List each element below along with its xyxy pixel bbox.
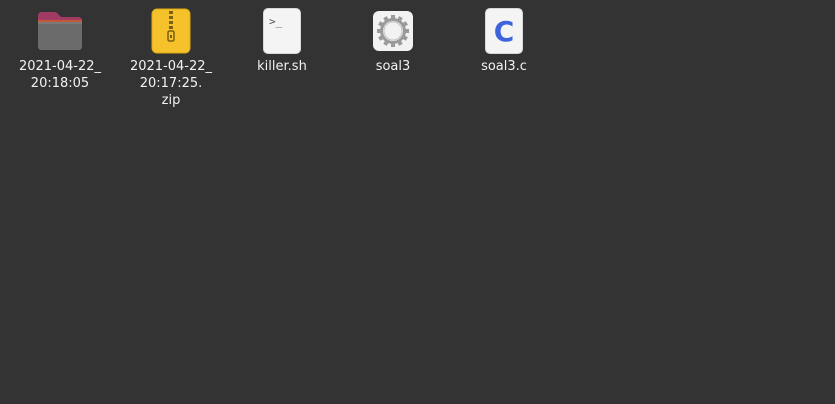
gear-executable-icon [369, 8, 417, 54]
terminal-script-icon: >_ [258, 8, 306, 54]
label-line: soal3 [375, 59, 411, 74]
label-line: 2021-04-22_ [18, 59, 102, 74]
desktop-item-shell-script[interactable]: >_ killer.sh [227, 8, 337, 75]
zip-archive-icon [147, 8, 195, 54]
desktop-background[interactable]: 2021-04-22_ 20:18:05 2021-04-22_ 20:17:2… [0, 0, 835, 404]
desktop-item-c-source[interactable]: C soal3.c [449, 8, 559, 75]
label-line: soal3.c [481, 59, 527, 74]
label-line: zip [161, 93, 181, 108]
file-label: 2021-04-22_ 20:17:25. zip [123, 58, 219, 109]
label-line: killer.sh [257, 59, 307, 74]
desktop-item-executable[interactable]: soal3 [338, 8, 448, 75]
file-label: 2021-04-22_ 20:18:05 [12, 58, 108, 92]
file-label: soal3.c [456, 58, 552, 75]
file-label: soal3 [345, 58, 441, 75]
c-letter-glyph: C [493, 14, 515, 48]
label-line: 20:18:05 [30, 76, 90, 91]
file-label: killer.sh [234, 58, 330, 75]
label-line: 2021-04-22_ [129, 59, 213, 74]
desktop-item-folder[interactable]: 2021-04-22_ 20:18:05 [5, 8, 115, 92]
desktop-item-zip[interactable]: 2021-04-22_ 20:17:25. zip [116, 8, 226, 109]
folder-icon [36, 8, 84, 54]
terminal-prompt-glyph: >_ [269, 15, 283, 28]
c-source-icon: C [480, 8, 528, 54]
label-line: 20:17:25. [139, 76, 203, 91]
